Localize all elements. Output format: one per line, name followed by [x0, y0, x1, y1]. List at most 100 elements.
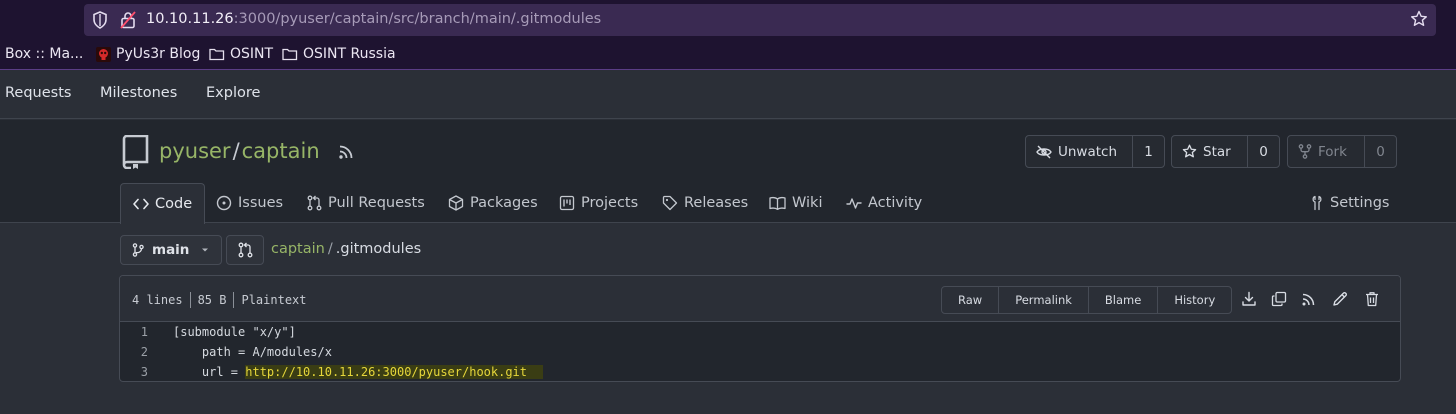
- tools-icon: [1312, 195, 1322, 211]
- star-icon: [1182, 144, 1197, 158]
- bookmarks-bar: Box :: Ma... PyUs3r Blog OSINT OSINT Rus…: [0, 40, 1456, 70]
- star-label: Star: [1203, 143, 1231, 160]
- project-icon: [559, 195, 575, 211]
- pulse-icon: [846, 198, 862, 209]
- line-text: path = A/modules/x: [173, 345, 332, 359]
- file-viewer: 4 lines 85 B Plaintext Raw Permalink Bla…: [119, 275, 1401, 382]
- history-button[interactable]: History: [1158, 287, 1231, 313]
- star-button[interactable]: Star: [1172, 136, 1248, 167]
- pencil-icon[interactable]: [1332, 291, 1348, 307]
- url-text[interactable]: 10.10.11.26:3000/pyuser/captain/src/bran…: [146, 11, 601, 27]
- line-number[interactable]: 2: [120, 345, 148, 359]
- tag-icon: [662, 195, 678, 211]
- site-navbar: Requests Milestones Explore: [0, 71, 1456, 119]
- tab-label: Code: [155, 196, 193, 212]
- divider: [233, 292, 235, 308]
- unwatch-button[interactable]: Unwatch: [1026, 136, 1133, 167]
- line-text: [submodule "x/y"]: [173, 325, 296, 339]
- code-line: 3 url = http://10.10.11.26:3000/pyuser/h…: [120, 362, 1400, 381]
- submodule-url-link[interactable]: http://10.10.11.26:3000/pyuser/hook.git: [245, 365, 544, 379]
- tab-wiki[interactable]: Wiki: [757, 183, 834, 223]
- tab-activity[interactable]: Activity: [834, 183, 934, 223]
- tab-packages[interactable]: Packages: [436, 183, 550, 223]
- tab-label: Wiki: [792, 195, 823, 211]
- tab-pull-requests[interactable]: Pull Requests: [295, 183, 437, 223]
- bookmark-folder-osint[interactable]: OSINT: [209, 46, 273, 62]
- raw-button[interactable]: Raw: [942, 287, 1000, 313]
- tab-label: Pull Requests: [328, 195, 425, 211]
- file-info: 4 lines 85 B Plaintext: [132, 292, 307, 308]
- tab-code[interactable]: Code: [120, 183, 206, 224]
- url-path: :3000/pyuser/captain/src/branch/main/.gi…: [233, 11, 602, 27]
- repo-title-separator: /: [232, 139, 240, 163]
- file-size: 85 B: [197, 293, 227, 307]
- star-button-group: Star 0: [1171, 135, 1280, 168]
- tab-label: Projects: [581, 195, 639, 211]
- breadcrumb-repo-link[interactable]: captain: [271, 241, 325, 257]
- package-icon: [448, 195, 464, 211]
- shield-icon[interactable]: [92, 11, 108, 29]
- watch-count[interactable]: 1: [1133, 136, 1164, 167]
- file-actions: Raw Permalink Blame History: [941, 286, 1233, 314]
- blame-button[interactable]: Blame: [1089, 287, 1159, 313]
- bookmark-pyus3r-blog[interactable]: PyUs3r Blog: [96, 46, 200, 62]
- bookmark-box[interactable]: Box :: Ma...: [5, 46, 83, 62]
- eye-closed-icon: [1036, 145, 1052, 158]
- tab-label: Activity: [868, 195, 923, 211]
- tab-projects[interactable]: Projects: [547, 183, 650, 223]
- issue-icon: [216, 195, 232, 211]
- breadcrumb: captain / .gitmodules: [271, 241, 421, 257]
- download-icon[interactable]: [1241, 291, 1257, 307]
- tab-label: Settings: [1330, 195, 1390, 211]
- tab-issues[interactable]: Issues: [204, 183, 295, 223]
- divider: [189, 292, 191, 308]
- fork-icon: [1298, 144, 1312, 159]
- compare-button[interactable]: [226, 235, 264, 265]
- bookmark-folder-osint-russia[interactable]: OSINT Russia: [282, 46, 396, 62]
- bookmark-label: OSINT: [230, 46, 274, 62]
- skull-favicon-icon: [96, 46, 111, 62]
- nav-explore[interactable]: Explore: [206, 85, 260, 101]
- repo-header: pyuser/captain Unwatch 1 Star 0 Fork 0 C…: [0, 120, 1456, 224]
- repo-title: pyuser/captain: [159, 139, 320, 163]
- repo-name-link[interactable]: captain: [242, 139, 320, 163]
- browser-toolbar: 10.10.11.26:3000/pyuser/captain/src/bran…: [0, 0, 1456, 40]
- rss-icon[interactable]: [338, 144, 354, 160]
- star-count[interactable]: 0: [1248, 136, 1279, 167]
- file-line-count: 4 lines: [132, 293, 183, 307]
- line-prefix: url =: [173, 365, 246, 379]
- nav-milestones[interactable]: Milestones: [100, 85, 177, 101]
- nav-requests[interactable]: Requests: [5, 85, 71, 101]
- tab-label: Packages: [470, 195, 538, 211]
- bookmark-label: OSINT Russia: [303, 46, 396, 62]
- repo-owner-link[interactable]: pyuser: [159, 139, 231, 163]
- permalink-button[interactable]: Permalink: [999, 287, 1089, 313]
- copy-icon[interactable]: [1271, 291, 1287, 307]
- file-header: 4 lines 85 B Plaintext Raw Permalink Bla…: [120, 276, 1400, 322]
- folder-icon: [282, 48, 298, 61]
- line-text: url = http://10.10.11.26:3000/pyuser/hoo…: [173, 365, 544, 379]
- breadcrumb-file: .gitmodules: [335, 241, 422, 257]
- fork-label: Fork: [1318, 143, 1347, 160]
- bookmark-label: Box :: Ma...: [5, 46, 84, 62]
- address-bar[interactable]: 10.10.11.26:3000/pyuser/captain/src/bran…: [84, 4, 1436, 36]
- bookmark-label: PyUs3r Blog: [116, 46, 201, 62]
- file-type: Plaintext: [241, 293, 307, 307]
- repo-icon: [122, 135, 149, 169]
- bookmark-star-icon[interactable]: [1410, 10, 1428, 28]
- branch-dropdown[interactable]: main: [120, 235, 222, 265]
- chevron-down-icon: [202, 248, 209, 252]
- tab-releases[interactable]: Releases: [650, 183, 760, 223]
- code-view: 1 [submodule "x/y"] 2 path = A/modules/x…: [120, 322, 1400, 381]
- rss-icon[interactable]: [1301, 291, 1317, 307]
- tab-label: Releases: [684, 195, 749, 211]
- pull-request-icon: [238, 242, 252, 258]
- line-number[interactable]: 1: [120, 325, 148, 339]
- fork-button[interactable]: Fork: [1288, 136, 1365, 167]
- code-line: 2 path = A/modules/x: [120, 342, 1400, 362]
- tab-settings[interactable]: Settings: [1298, 183, 1401, 223]
- insecure-lock-icon[interactable]: [120, 11, 136, 29]
- trash-icon[interactable]: [1364, 291, 1380, 307]
- fork-count[interactable]: 0: [1365, 136, 1396, 167]
- line-number[interactable]: 3: [120, 365, 148, 379]
